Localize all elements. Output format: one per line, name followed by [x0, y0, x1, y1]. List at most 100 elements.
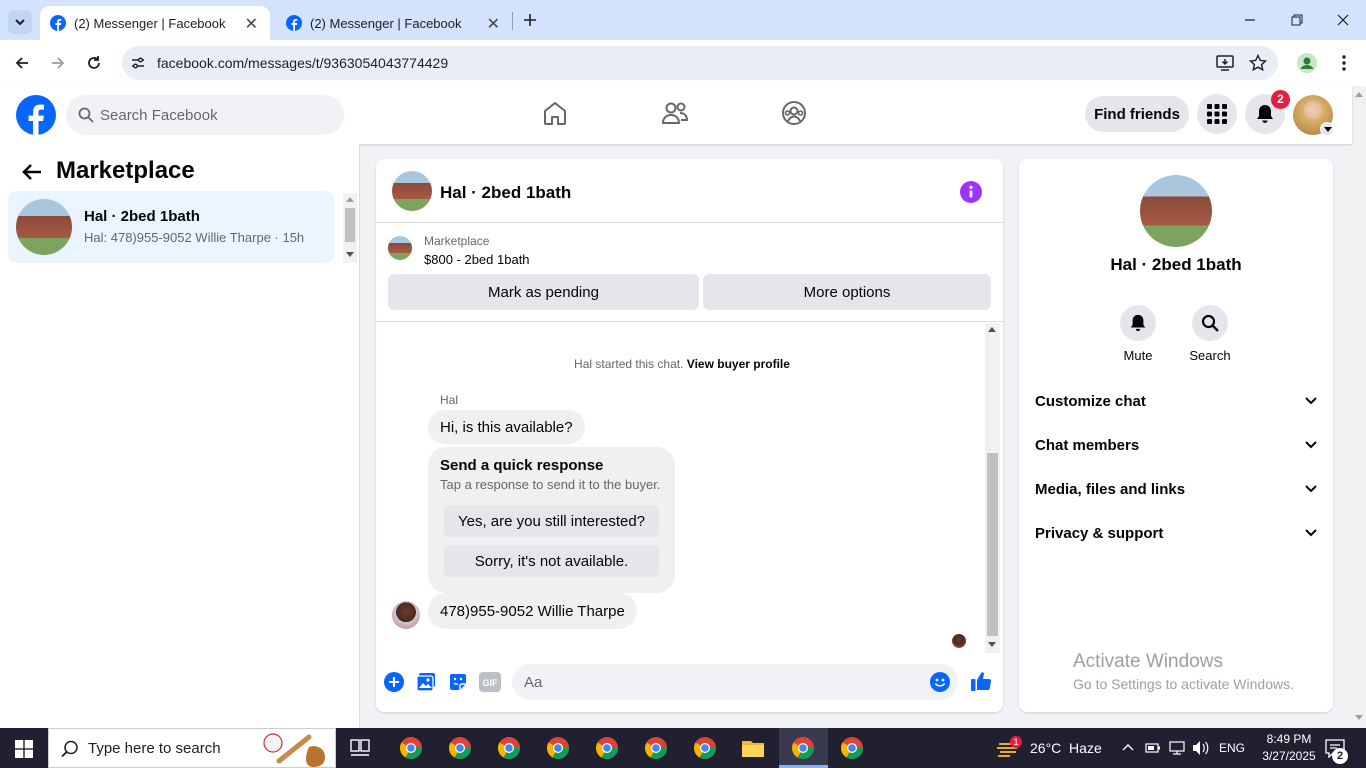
find-friends-button[interactable]: Find friends	[1085, 96, 1189, 132]
browser-tab-1[interactable]: (2) Messenger | Facebook ✕	[40, 6, 270, 40]
mute-action[interactable]: Mute	[1108, 305, 1168, 363]
page-scrollbar[interactable]	[1352, 86, 1366, 728]
media-files-links-section[interactable]: Media, files and links	[1035, 467, 1317, 511]
volume-icon[interactable]	[1192, 740, 1210, 756]
arrow-left-icon[interactable]	[22, 163, 42, 181]
scroll-thumb[interactable]	[987, 453, 998, 636]
network-icon[interactable]	[1168, 740, 1186, 756]
chrome-app-icon[interactable]	[448, 736, 472, 760]
more-options-button[interactable]: More options	[703, 274, 991, 310]
home-icon[interactable]	[542, 100, 568, 126]
listing-thumbnail[interactable]	[388, 236, 412, 260]
task-view-icon[interactable]	[350, 739, 370, 757]
incoming-message[interactable]: Hi, is this available?	[428, 410, 585, 444]
chrome-app-icon[interactable]	[546, 736, 570, 760]
plus-circle-icon[interactable]	[384, 672, 404, 692]
quick-response-title: Send a quick response	[440, 457, 604, 474]
quick-response-button[interactable]: Sorry, it's not available.	[444, 545, 659, 577]
back-button[interactable]	[12, 53, 32, 73]
messages-scrollbar[interactable]	[985, 323, 1000, 653]
scroll-down-icon[interactable]	[346, 252, 354, 258]
plus-icon	[524, 14, 536, 26]
scroll-up-icon[interactable]	[346, 196, 354, 202]
gif-icon[interactable]: GIF	[479, 672, 501, 692]
close-tab-icon[interactable]: ✕	[487, 14, 500, 34]
facebook-search[interactable]	[66, 95, 344, 135]
chrome-app-icon[interactable]	[644, 736, 668, 760]
scroll-down-icon[interactable]	[988, 642, 996, 648]
chevron-down-icon	[1305, 441, 1317, 449]
scroll-thumb[interactable]	[345, 208, 355, 242]
chrome-menu-button[interactable]	[1334, 53, 1354, 73]
incoming-message[interactable]: 478)955-9052 Willie Tharpe	[428, 593, 637, 629]
tab-divider	[512, 12, 513, 30]
address-bar[interactable]: facebook.com/messages/t/9363054043774429	[122, 46, 1278, 80]
restore-button[interactable]	[1287, 10, 1307, 30]
emoji-icon[interactable]	[930, 672, 950, 692]
bell-icon	[1130, 314, 1146, 332]
new-tab-button[interactable]	[520, 10, 540, 30]
chat-avatar[interactable]	[392, 171, 432, 211]
chrome-app-icon[interactable]	[497, 736, 521, 760]
chrome-app-icon[interactable]	[791, 736, 815, 760]
close-window-button[interactable]	[1333, 10, 1353, 30]
bookmark-star-icon[interactable]	[1249, 54, 1267, 72]
profile-button[interactable]	[1297, 53, 1317, 73]
message-input-box[interactable]	[512, 664, 958, 700]
facebook-search-input[interactable]	[100, 95, 330, 135]
clock-date[interactable]: 3/27/2025	[1253, 749, 1325, 763]
battery-icon[interactable]	[1145, 741, 1161, 755]
activate-windows-watermark: Activate Windows Go to Settings to activ…	[1073, 651, 1294, 692]
chevron-up-icon[interactable]	[1122, 743, 1134, 751]
install-app-icon[interactable]	[1216, 54, 1234, 72]
sender-avatar[interactable]	[392, 601, 420, 629]
chevron-down-icon	[1305, 397, 1317, 405]
taskbar-search-placeholder: Type here to search	[88, 740, 221, 757]
customize-chat-section[interactable]: Customize chat	[1035, 379, 1317, 423]
conversations-scrollbar[interactable]	[343, 193, 357, 263]
chrome-app-icon[interactable]	[693, 736, 717, 760]
chat-members-section[interactable]: Chat members	[1035, 423, 1317, 467]
scroll-up-icon[interactable]	[988, 326, 996, 332]
message-composer: GIF	[376, 653, 1003, 712]
chrome-app-icon[interactable]	[399, 736, 423, 760]
search-label: Search	[1189, 348, 1231, 363]
photo-icon[interactable]	[416, 672, 436, 692]
tab-search-button[interactable]	[8, 10, 32, 34]
sender-name: Hal	[440, 393, 459, 407]
mark-as-pending-button[interactable]: Mark as pending	[388, 274, 699, 310]
friends-icon[interactable]	[661, 100, 689, 126]
chrome-app-icon[interactable]	[595, 736, 619, 760]
facebook-logo-icon[interactable]	[16, 95, 56, 135]
reload-button[interactable]	[84, 53, 104, 73]
search-action[interactable]: Search	[1180, 305, 1240, 363]
privacy-support-section[interactable]: Privacy & support	[1035, 511, 1317, 555]
menu-button[interactable]	[1197, 94, 1237, 134]
conversation-item[interactable]: Hal · 2bed 1bath Hal: 478)955-9052 Willi…	[8, 191, 334, 263]
minimize-button[interactable]	[1240, 10, 1260, 30]
clock-time[interactable]: 8:49 PM	[1259, 732, 1319, 746]
groups-icon[interactable]	[781, 100, 807, 126]
language-indicator[interactable]: ENG	[1219, 741, 1245, 755]
view-buyer-profile-link[interactable]: View buyer profile	[687, 357, 790, 371]
scroll-up-icon[interactable]	[1355, 91, 1363, 97]
site-settings-icon[interactable]	[130, 55, 146, 71]
taskbar-search[interactable]: Type here to search	[48, 728, 336, 768]
message-input[interactable]	[524, 664, 924, 700]
chat-title[interactable]: Hal · 2bed 1bath	[440, 183, 571, 203]
scroll-down-icon[interactable]	[1355, 715, 1363, 721]
sticker-icon[interactable]	[448, 672, 468, 692]
browser-tab-2[interactable]: (2) Messenger | Facebook ✕	[276, 6, 510, 40]
chrome-app-icon[interactable]	[840, 736, 864, 760]
windows-start-icon[interactable]	[15, 740, 33, 758]
thumbs-up-icon[interactable]	[970, 670, 992, 692]
weather-text[interactable]: 26°C Haze	[1030, 740, 1102, 756]
info-icon[interactable]	[960, 181, 982, 203]
close-tab-icon[interactable]: ✕	[245, 14, 258, 34]
forward-button[interactable]	[48, 53, 68, 73]
file-explorer-icon[interactable]	[741, 736, 765, 760]
info-avatar[interactable]	[1140, 175, 1212, 247]
account-menu-badge[interactable]	[1320, 122, 1334, 136]
quick-response-button[interactable]: Yes, are you still interested?	[444, 505, 659, 537]
listing-price-title[interactable]: $800 - 2bed 1bath	[424, 252, 530, 267]
